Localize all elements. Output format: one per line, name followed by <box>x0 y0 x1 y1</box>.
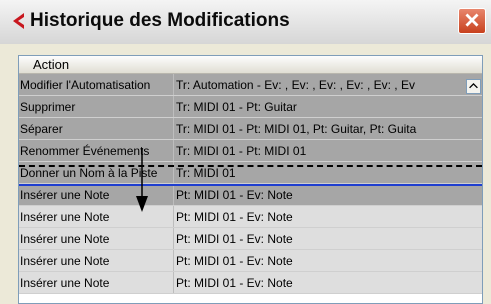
table-row[interactable]: Insérer une Note Pt: MIDI 01 - Ev: Note <box>19 206 482 228</box>
table-row[interactable]: Insérer une Note Pt: MIDI 01 - Ev: Note <box>19 228 482 250</box>
row-action: Modifier l'Automatisation <box>20 78 151 92</box>
row-action: Insérer une Note <box>20 254 110 268</box>
row-target: Pt: MIDI 01 - Ev: Note <box>176 276 293 290</box>
close-button[interactable] <box>458 8 486 34</box>
title-bar: Historique des Modifications <box>0 0 491 44</box>
row-action: Donner un Nom à la Piste <box>20 166 158 180</box>
arrow-down-icon <box>136 148 148 212</box>
table-row[interactable]: Insérer une Note Pt: MIDI 01 - Ev: Note <box>19 250 482 272</box>
scroll-up-button[interactable] <box>466 79 481 94</box>
column-divider <box>173 140 174 162</box>
cubase-logo-icon <box>13 13 24 29</box>
window-title: Historique des Modifications <box>30 10 290 31</box>
column-header-action[interactable]: Action <box>19 56 482 74</box>
current-state-line <box>19 184 482 186</box>
column-divider <box>173 206 174 228</box>
column-divider <box>173 184 174 206</box>
history-list[interactable]: Action Modifier l'Automatisation Tr: Auto… <box>18 55 483 304</box>
table-row[interactable]: Séparer Tr: MIDI 01 - Pt: MIDI 01, Pt: Gu… <box>19 118 482 140</box>
table-row[interactable]: Modifier l'Automatisation Tr: Automation … <box>19 74 482 96</box>
row-action: Supprimer <box>20 100 76 114</box>
row-target: Tr: MIDI 01 <box>176 166 236 180</box>
row-target: Tr: MIDI 01 - Pt: MIDI 01, Pt: Guitar, P… <box>176 122 417 136</box>
column-divider <box>173 118 174 140</box>
row-action: Insérer une Note <box>20 232 110 246</box>
column-header-label: Action <box>33 57 70 72</box>
undo-marker-dashed-line <box>19 165 482 167</box>
table-row[interactable]: Supprimer Tr: MIDI 01 - Pt: Guitar <box>19 96 482 118</box>
column-divider <box>173 74 174 96</box>
column-divider <box>173 228 174 250</box>
column-divider <box>173 250 174 272</box>
row-target: Pt: MIDI 01 - Ev: Note <box>176 232 293 246</box>
row-action: Séparer <box>20 122 63 136</box>
row-target: Tr: MIDI 01 - Pt: Guitar <box>176 100 297 114</box>
row-target: Tr: Automation - Ev: , Ev: , Ev: , Ev: ,… <box>176 78 415 92</box>
chevron-up-icon <box>469 82 478 89</box>
row-action: Insérer une Note <box>20 188 110 202</box>
row-action: Insérer une Note <box>20 276 110 290</box>
row-target: Pt: MIDI 01 - Ev: Note <box>176 188 293 202</box>
row-action: Renommer Événements <box>20 144 150 158</box>
column-divider <box>173 96 174 118</box>
close-icon <box>465 13 479 27</box>
table-row[interactable]: Insérer une Note Pt: MIDI 01 - Ev: Note <box>19 272 482 294</box>
table-row[interactable]: Insérer une Note Pt: MIDI 01 - Ev: Note <box>19 184 482 206</box>
row-action: Insérer une Note <box>20 210 110 224</box>
row-divider <box>19 293 482 294</box>
row-target: Tr: MIDI 01 - Pt: MIDI 01 <box>176 144 307 158</box>
table-row[interactable]: Renommer Événements Tr: MIDI 01 - Pt: MID… <box>19 140 482 162</box>
row-target: Pt: MIDI 01 - Ev: Note <box>176 210 293 224</box>
row-target: Pt: MIDI 01 - Ev: Note <box>176 254 293 268</box>
column-divider <box>173 272 174 294</box>
